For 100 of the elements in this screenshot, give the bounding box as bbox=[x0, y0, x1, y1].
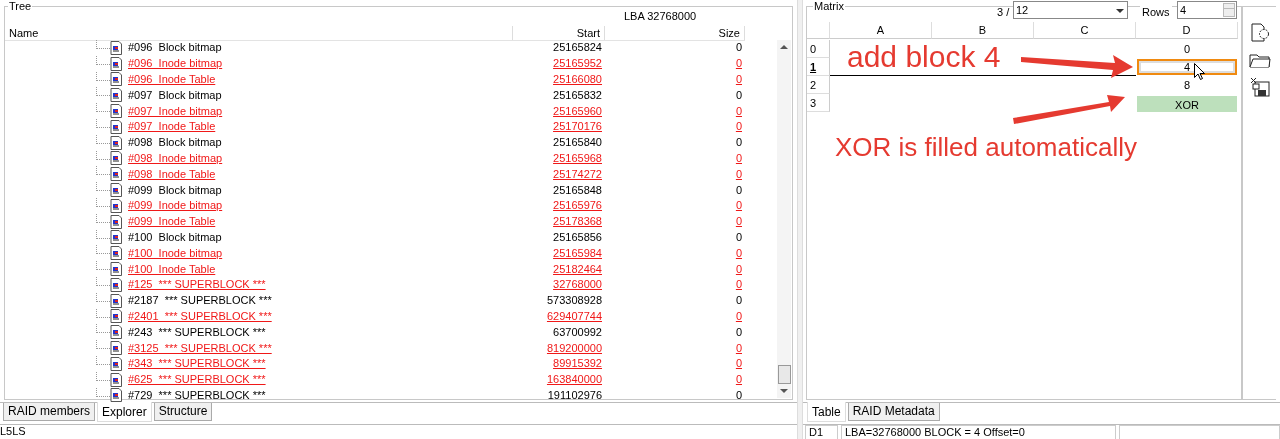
table-cell-text: 0 bbox=[735, 357, 743, 371]
tree-item[interactable]: #100 Inode Table bbox=[128, 262, 216, 276]
tree-item[interactable]: #3125 *** SUPERBLOCK *** bbox=[128, 341, 272, 355]
table-cell-text: 0 bbox=[1182, 42, 1192, 57]
column-header[interactable]: D bbox=[1136, 22, 1238, 39]
annotation: add block 4 bbox=[847, 41, 1001, 73]
tree-item[interactable]: #096 Inode Table bbox=[128, 73, 216, 86]
save-icon[interactable] bbox=[1248, 77, 1271, 97]
rows-spinner[interactable]: 4 bbox=[1177, 1, 1237, 19]
tab[interactable]: RAID Metadata bbox=[847, 403, 940, 421]
table-cell-text: 0 bbox=[735, 341, 743, 355]
tree-item[interactable]: #099 Inode Table bbox=[128, 215, 216, 229]
tree-item[interactable]: #098 Inode Table bbox=[128, 167, 216, 181]
row-header[interactable]: 3 bbox=[807, 94, 830, 112]
file-icon bbox=[110, 135, 122, 150]
tree-item[interactable]: #2187 *** SUPERBLOCK *** bbox=[128, 294, 272, 308]
table-cell-text: 0 bbox=[735, 309, 743, 323]
cell-editor[interactable]: 4 bbox=[1137, 59, 1237, 75]
dropdown-arrow-icon bbox=[1116, 9, 1124, 13]
page-dropdown[interactable]: 12 bbox=[1013, 1, 1128, 19]
folder-icon[interactable] bbox=[1248, 52, 1271, 68]
file-icon bbox=[110, 119, 122, 134]
file-icon bbox=[110, 356, 122, 371]
tree-item[interactable]: #2401 *** SUPERBLOCK *** bbox=[128, 309, 272, 323]
column-header[interactable]: A bbox=[830, 22, 932, 39]
table-cell-text: 8 bbox=[1182, 78, 1192, 93]
tree-item[interactable]: #625 *** SUPERBLOCK *** bbox=[128, 373, 266, 387]
tree-item[interactable]: #096 Inode bitmap bbox=[128, 57, 223, 71]
table-cell-text: 0 bbox=[735, 262, 743, 276]
table-cell-text: 89915392 bbox=[553, 357, 603, 371]
table-cell-text: 0 bbox=[735, 167, 743, 181]
row-header[interactable]: 1 bbox=[807, 58, 830, 76]
settings-icon[interactable] bbox=[1248, 23, 1271, 43]
tree-item[interactable]: #097 Inode Table bbox=[128, 120, 216, 134]
file-icon bbox=[110, 167, 122, 182]
table-cell-text: 0 bbox=[735, 151, 743, 165]
column-header[interactable]: Name bbox=[5, 26, 513, 40]
file-icon bbox=[110, 230, 122, 245]
table-cell-text: 63700992 bbox=[553, 325, 603, 339]
table-cell-text: 0 bbox=[735, 199, 743, 213]
file-icon bbox=[110, 88, 122, 103]
rows-label: Rows bbox=[1140, 6, 1172, 18]
table-cell-text: 0 bbox=[735, 41, 743, 55]
tree-item[interactable]: #099 Block bitmap bbox=[128, 183, 222, 197]
tree-item[interactable]: #729 *** SUPERBLOCK *** bbox=[128, 388, 266, 402]
column-header[interactable]: Size bbox=[605, 26, 745, 40]
table-cell-text: 25165856 bbox=[553, 230, 603, 244]
table-cell-text: 25165968 bbox=[553, 151, 603, 165]
file-icon bbox=[110, 372, 122, 387]
row-header[interactable]: 2 bbox=[807, 76, 830, 94]
tree-item[interactable]: #125 *** SUPERBLOCK *** bbox=[128, 278, 266, 292]
tab[interactable]: Table bbox=[807, 402, 846, 422]
table-cell-text: 0 bbox=[735, 294, 743, 308]
tab[interactable]: Structure bbox=[153, 403, 213, 421]
tab[interactable]: RAID members bbox=[3, 403, 95, 421]
table-cell-text: 0 bbox=[735, 325, 743, 339]
tree-item[interactable]: #100 Block bitmap bbox=[128, 230, 222, 244]
table-cell-text: 0 bbox=[735, 215, 743, 229]
file-icon bbox=[110, 246, 122, 261]
table-cell-text: 0 bbox=[735, 373, 743, 387]
lba-label: LBA 32768000 bbox=[624, 10, 697, 22]
tree-item[interactable]: #100 Inode bitmap bbox=[128, 246, 223, 260]
table-cell-text: 25165840 bbox=[553, 136, 603, 150]
file-icon bbox=[110, 325, 122, 340]
table-cell-text: 25165984 bbox=[553, 246, 603, 260]
tree-item[interactable]: #097 Block bitmap bbox=[128, 88, 222, 102]
row-header[interactable]: 0 bbox=[807, 40, 830, 58]
table-cell-text: 0 bbox=[735, 278, 743, 292]
table-cell-text: 25165832 bbox=[553, 88, 603, 102]
annotation: XOR is filled automatically bbox=[835, 131, 1137, 163]
column-header[interactable]: C bbox=[1034, 22, 1136, 39]
tree-item[interactable]: #097 Inode bitmap bbox=[128, 104, 223, 118]
table-cell-text: 25166080 bbox=[553, 73, 603, 86]
file-icon bbox=[110, 104, 122, 119]
table-cell-text: 191102976 bbox=[547, 388, 603, 402]
status-field: D1 bbox=[805, 425, 838, 439]
panel-title: Tree bbox=[8, 0, 33, 12]
status-text: L5LS bbox=[0, 425, 26, 437]
tree-item[interactable]: #343 *** SUPERBLOCK *** bbox=[128, 357, 266, 371]
file-icon bbox=[110, 198, 122, 213]
table-cell-text: 573308928 bbox=[546, 294, 603, 308]
column-header[interactable]: Start bbox=[513, 26, 605, 40]
table-cell-text: 819200000 bbox=[546, 341, 603, 355]
tree-item[interactable]: #243 *** SUPERBLOCK *** bbox=[128, 325, 266, 339]
scrollbar[interactable] bbox=[777, 40, 791, 398]
file-icon bbox=[110, 151, 122, 166]
table-cell-text: 25182464 bbox=[553, 262, 603, 276]
tree-item[interactable]: #098 Inode bitmap bbox=[128, 151, 223, 165]
status-field: LBA=32768000 BLOCK = 4 Offset=0 bbox=[841, 425, 1116, 439]
tree-item[interactable]: #099 Inode bitmap bbox=[128, 199, 223, 213]
tree-item[interactable]: #096 Block bitmap bbox=[128, 41, 222, 55]
column-header[interactable]: B bbox=[932, 22, 1034, 39]
tree-item[interactable]: #098 Block bitmap bbox=[128, 136, 222, 150]
table-cell-text: 0 bbox=[735, 388, 743, 402]
table-cell-text: 25165976 bbox=[553, 199, 603, 213]
table-cell-text: 25165848 bbox=[553, 183, 603, 197]
table-cell-text: 629407744 bbox=[546, 309, 603, 323]
table-cell-text: 0 bbox=[735, 73, 743, 86]
file-icon bbox=[110, 262, 122, 277]
file-icon bbox=[110, 309, 122, 324]
